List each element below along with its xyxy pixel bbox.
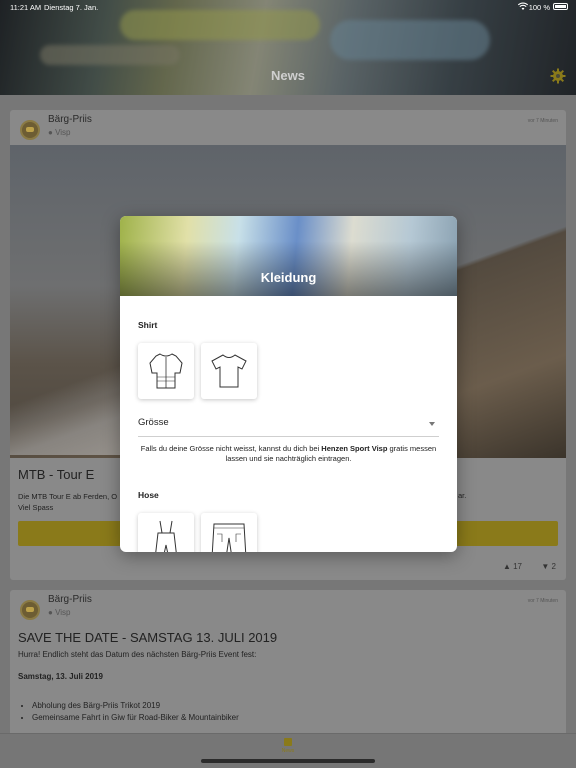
post-location: ● Visp [48,608,71,617]
list-item: Abholung des Bärg-Priis Trikot 2019 [32,700,239,712]
post-text: Hurra! Endlich steht das Datum des nächs… [18,650,257,659]
location-pin-icon: ● [48,128,53,137]
bib-shorts-option[interactable] [138,513,194,552]
status-bar: 11:21 AM Dienstag 7. Jan. 100 % [0,0,576,14]
post-date: Samstag, 13. Juli 2019 [18,672,103,681]
cycling-jersey-icon [149,353,183,389]
hose-section-label: Hose [138,490,159,500]
status-time: 11:21 AM [10,3,42,12]
battery-icon [553,3,568,10]
bib-shorts-icon [155,520,177,552]
gear-icon[interactable] [550,68,566,84]
size-select-value: Grösse [138,417,169,428]
clothing-dialog[interactable]: Kleidung Shirt Grösse Falls du deine Grö… [120,216,457,552]
size-select[interactable]: Grösse [138,413,439,437]
like-button[interactable]: ▲ 17 [503,562,522,571]
post-time: vor 7 Minuten [527,118,558,124]
hose-options [138,513,439,552]
chevron-down-icon [429,422,435,426]
wifi-icon [518,2,528,10]
tshirt-option[interactable] [201,343,257,399]
tshirt-icon [211,354,247,388]
header-image [120,10,320,40]
shop-name: Henzen Sport Visp [321,444,388,453]
size-hint: Falls du deine Grösse nicht weisst, kann… [140,444,437,463]
page-title: News [271,68,305,83]
post-author: Bärg-Priis [48,114,92,125]
jersey-option[interactable] [138,343,194,399]
dialog-title: Kleidung [260,270,317,285]
post-bullet-list: Abholung des Bärg-Priis Trikot 2019 Geme… [32,700,239,724]
shirt-options [138,343,439,399]
post-location: ● Visp [48,128,71,137]
post-card[interactable]: Bärg-Priis ● Visp vor 7 Minuten SAVE THE… [10,590,566,750]
shirt-section-label: Shirt [138,320,158,330]
list-item: Gemeinsame Fahrt in Giw für Road-Biker &… [32,712,239,724]
dialog-body[interactable]: Shirt Grösse Falls du deine Grösse nicht… [120,320,457,552]
location-pin-icon: ● [48,608,53,617]
thumbs-down-icon: ▼ [541,562,550,571]
post-text-end: ar. [458,491,467,500]
news-icon [284,738,292,746]
post-title: MTB - Tour E [18,467,95,482]
tab-bar: News [0,733,576,768]
shorts-option[interactable] [201,513,257,552]
dialog-header: Kleidung [120,216,457,296]
avatar [20,600,40,620]
tab-news[interactable]: News [276,738,300,754]
battery-percent: 100 % [528,3,550,12]
post-author: Bärg-Priis [48,594,92,605]
post-title: SAVE THE DATE - SAMSTAG 13. JULI 2019 [18,630,278,645]
app-header: 11:21 AM Dienstag 7. Jan. 100 % News [0,0,576,95]
home-indicator[interactable] [201,759,375,763]
baggy-shorts-icon [211,523,247,552]
thumbs-up-icon: ▲ [502,562,511,571]
post-time: vor 7 Minuten [527,598,558,604]
dislike-button[interactable]: ▼ 2 [541,562,556,571]
avatar [20,120,40,140]
status-date: Dienstag 7. Jan. [44,3,99,12]
